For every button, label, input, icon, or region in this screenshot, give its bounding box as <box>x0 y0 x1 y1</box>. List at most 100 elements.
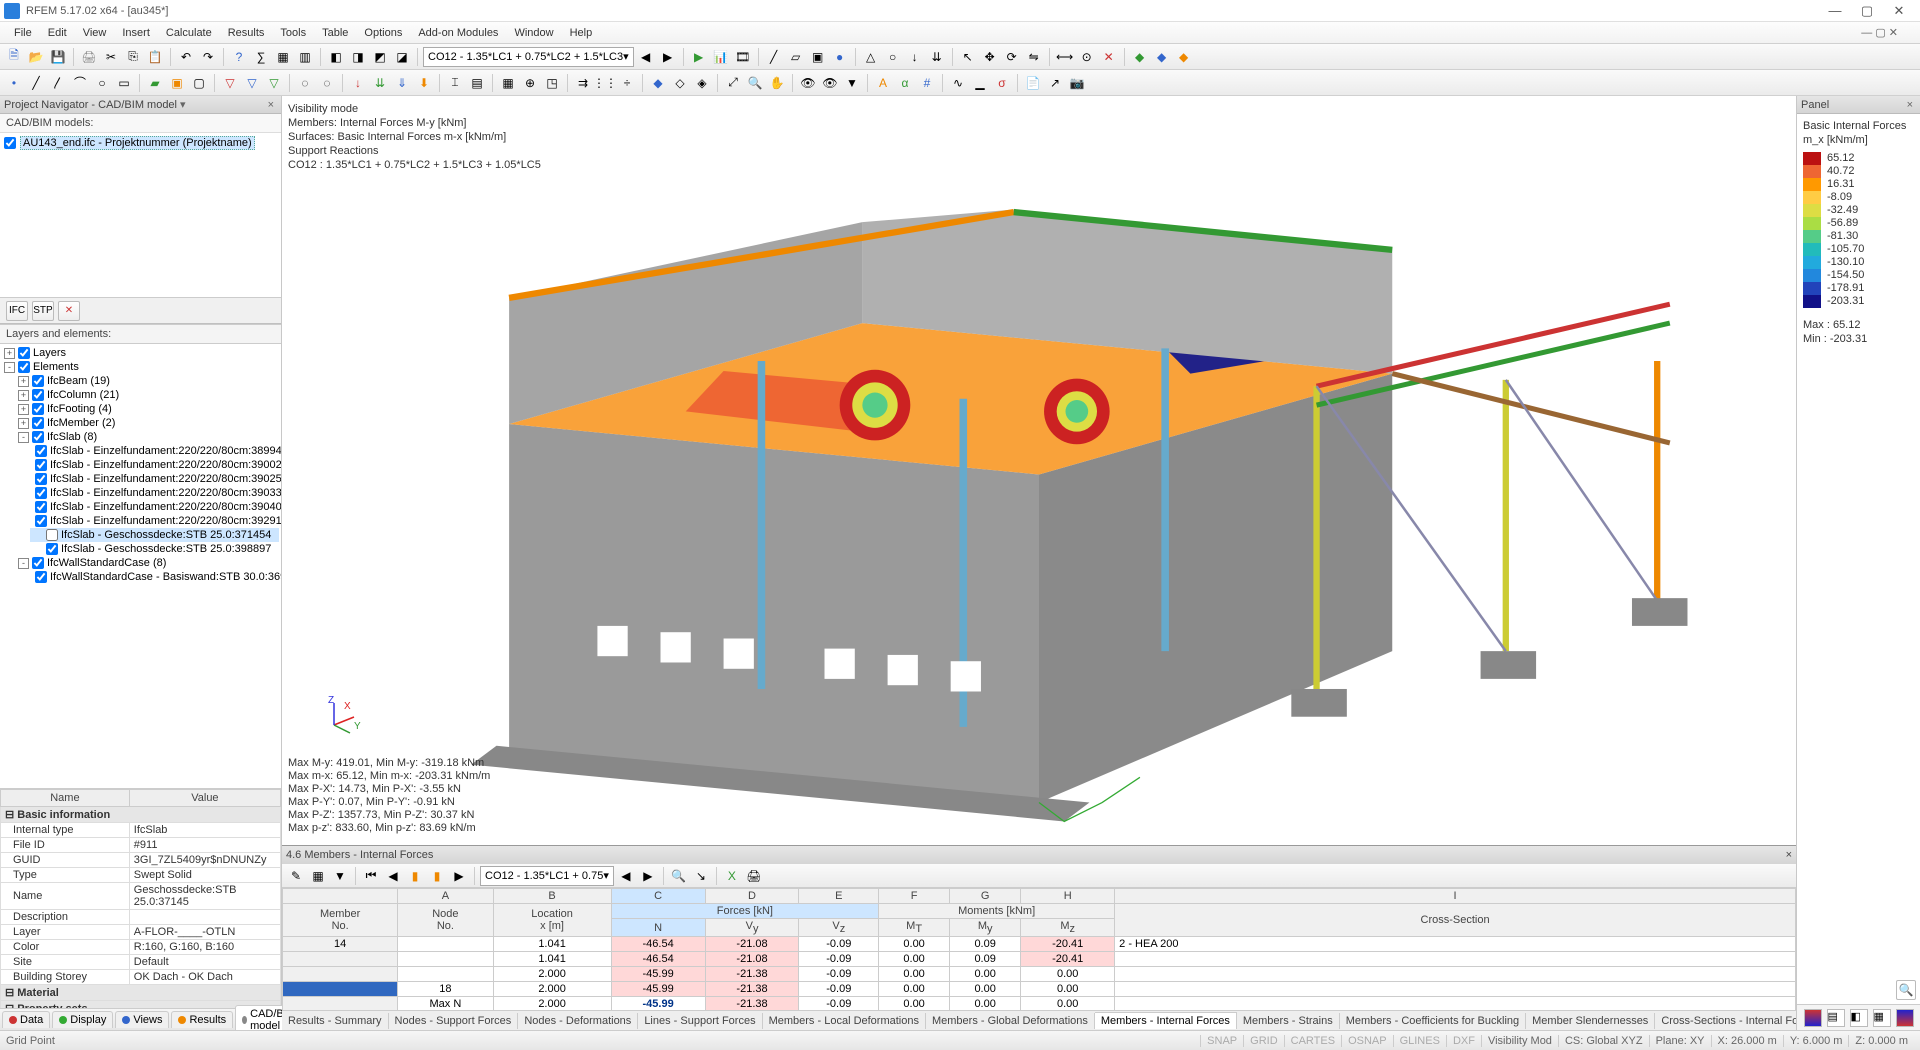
table-nav-icon[interactable]: ▦ <box>308 866 328 886</box>
col-letter[interactable]: E <box>799 889 879 904</box>
lc-next-icon[interactable]: ▶ <box>658 47 678 67</box>
result-cell[interactable]: 14 <box>283 937 398 952</box>
layer-label[interactable]: IfcWallStandardCase (8) <box>47 556 166 570</box>
layer-row[interactable]: IfcSlab - Geschossdecke:STB 25.0:398897 <box>30 542 279 556</box>
step-button[interactable]: STP <box>32 301 54 321</box>
result-cell[interactable]: 0.09 <box>950 937 1021 952</box>
sload-icon[interactable]: ⇓ <box>392 73 412 93</box>
layers-tree[interactable]: +Layers-Elements+IfcBeam (19)+IfcColumn … <box>0 344 281 788</box>
layer-label[interactable]: IfcColumn (21) <box>47 388 119 402</box>
layer-checkbox[interactable] <box>32 403 44 415</box>
layer-label[interactable]: Layers <box>33 346 66 360</box>
prop-value[interactable]: OK Dach - OK Dach <box>129 970 280 985</box>
menu-calculate[interactable]: Calculate <box>158 24 220 42</box>
table-filter-icon[interactable]: ▼ <box>330 866 350 886</box>
scale-mode-5-icon[interactable] <box>1896 1009 1914 1027</box>
lc-prev-icon[interactable]: ◀ <box>636 47 656 67</box>
print-icon[interactable]: 🖨 <box>79 47 99 67</box>
col-location[interactable]: Locationx [m] <box>493 904 611 937</box>
view-front-icon[interactable]: ◩ <box>370 47 390 67</box>
maximize-button[interactable]: ▢ <box>1860 4 1874 18</box>
results-close-icon[interactable]: × <box>1786 849 1792 861</box>
results-tab[interactable]: Members - Strains <box>1237 1013 1340 1029</box>
load-icon[interactable]: ↓ <box>905 47 925 67</box>
layer-label[interactable]: IfcSlab - Einzelfundament:220/220/80cm:3… <box>50 472 281 486</box>
result-cell[interactable]: -45.99 <box>611 967 705 982</box>
arc-icon[interactable]: ⌒ <box>70 73 90 93</box>
nhinge-icon[interactable]: ◌ <box>295 73 315 93</box>
nload-icon[interactable]: ↓ <box>348 73 368 93</box>
status-snap[interactable]: SNAP <box>1200 1035 1243 1047</box>
result-cell[interactable]: -21.08 <box>705 952 799 967</box>
status-cartes[interactable]: CARTES <box>1284 1035 1341 1047</box>
expand-icon[interactable]: + <box>4 348 15 359</box>
result-cell[interactable]: 0.00 <box>950 982 1021 997</box>
result-cell[interactable] <box>398 952 493 967</box>
layer-row[interactable]: IfcSlab - Einzelfundament:220/220/80cm:3… <box>30 472 279 486</box>
snap-icon[interactable]: ⊙ <box>1077 47 1097 67</box>
menu-tools[interactable]: Tools <box>272 24 314 42</box>
result-cell[interactable]: 0.00 <box>879 937 950 952</box>
scale-mode-1-icon[interactable] <box>1804 1009 1822 1027</box>
layer-label[interactable]: IfcSlab (8) <box>47 430 97 444</box>
col-letter[interactable]: C <box>611 889 705 904</box>
expand-icon[interactable]: + <box>18 390 29 401</box>
prop-section[interactable]: ⊟ Basic information <box>1 807 281 823</box>
layer-row[interactable]: +IfcBeam (19) <box>16 374 279 388</box>
layer-checkbox[interactable] <box>32 375 44 387</box>
close-panel-icon[interactable]: × <box>265 99 277 111</box>
coords-icon[interactable]: ⊕ <box>520 73 540 93</box>
results-tab[interactable]: Nodes - Support Forces <box>389 1013 519 1029</box>
surface-icon[interactable]: ▱ <box>786 47 806 67</box>
col-letter[interactable]: I <box>1115 889 1796 904</box>
workplane-icon[interactable]: ◳ <box>542 73 562 93</box>
result-cell[interactable]: -0.09 <box>799 982 879 997</box>
opening-icon[interactable]: ▢ <box>189 73 209 93</box>
layer-checkbox[interactable] <box>32 389 44 401</box>
result-cell[interactable]: 0.00 <box>879 982 950 997</box>
result-cell[interactable]: Max N <box>398 997 493 1010</box>
layer-checkbox[interactable] <box>35 445 47 457</box>
layer-checkbox[interactable] <box>35 515 47 527</box>
col-forces[interactable]: Forces [kN] <box>611 904 878 919</box>
vis-a-icon[interactable]: 👁 <box>798 73 818 93</box>
label-b-icon[interactable]: α <box>895 73 915 93</box>
result-cell[interactable]: -46.54 <box>611 937 705 952</box>
col-letter[interactable]: H <box>1021 889 1115 904</box>
label-a-icon[interactable]: A <box>873 73 893 93</box>
menu-results[interactable]: Results <box>220 24 273 42</box>
menu-edit[interactable]: Edit <box>40 24 75 42</box>
results-tab[interactable]: Lines - Support Forces <box>638 1013 762 1029</box>
grid-icon[interactable]: ▦ <box>498 73 518 93</box>
result-cell[interactable]: -45.99 <box>611 982 705 997</box>
layer-label[interactable]: Elements <box>33 360 79 374</box>
result-cell[interactable]: -45.99 <box>611 997 705 1010</box>
status-glines[interactable]: GLINES <box>1393 1035 1446 1047</box>
layer-label[interactable]: IfcWallStandardCase - Basiswand:STB 30.0… <box>50 570 281 584</box>
status-grid[interactable]: GRID <box>1243 1035 1284 1047</box>
help-icon[interactable]: ? <box>229 47 249 67</box>
menu-table[interactable]: Table <box>314 24 356 42</box>
prop-value[interactable]: Default <box>129 955 280 970</box>
close-button[interactable]: ✕ <box>1892 4 1906 18</box>
lhinge-icon[interactable]: ◌ <box>317 73 337 93</box>
prop-value[interactable]: A-FLOR-____-OTLN <box>129 925 280 940</box>
deform-icon[interactable]: ∿ <box>948 73 968 93</box>
table-highlight-icon[interactable]: ▮ <box>405 866 425 886</box>
calc-run-icon[interactable]: ▶ <box>689 47 709 67</box>
col-letter[interactable]: G <box>950 889 1021 904</box>
zoom-fit-icon[interactable]: ⤢ <box>723 73 743 93</box>
prop-value[interactable] <box>129 910 280 925</box>
result-cell[interactable] <box>283 967 398 982</box>
col-letter[interactable]: D <box>705 889 799 904</box>
zoom-window-icon[interactable]: 🔍 <box>745 73 765 93</box>
save-icon[interactable]: 💾 <box>48 47 68 67</box>
result-cell[interactable]: 0.09 <box>950 952 1021 967</box>
result-cell[interactable]: -21.38 <box>705 982 799 997</box>
vis-b-icon[interactable]: 👁 <box>820 73 840 93</box>
results-lc-next-icon[interactable]: ▶ <box>638 866 658 886</box>
view-top-icon[interactable]: ◨ <box>348 47 368 67</box>
results-tab[interactable]: Cross-Sections - Internal Forces <box>1655 1013 1796 1029</box>
rect-icon[interactable]: ▭ <box>114 73 134 93</box>
result-cell[interactable]: -0.09 <box>799 997 879 1010</box>
